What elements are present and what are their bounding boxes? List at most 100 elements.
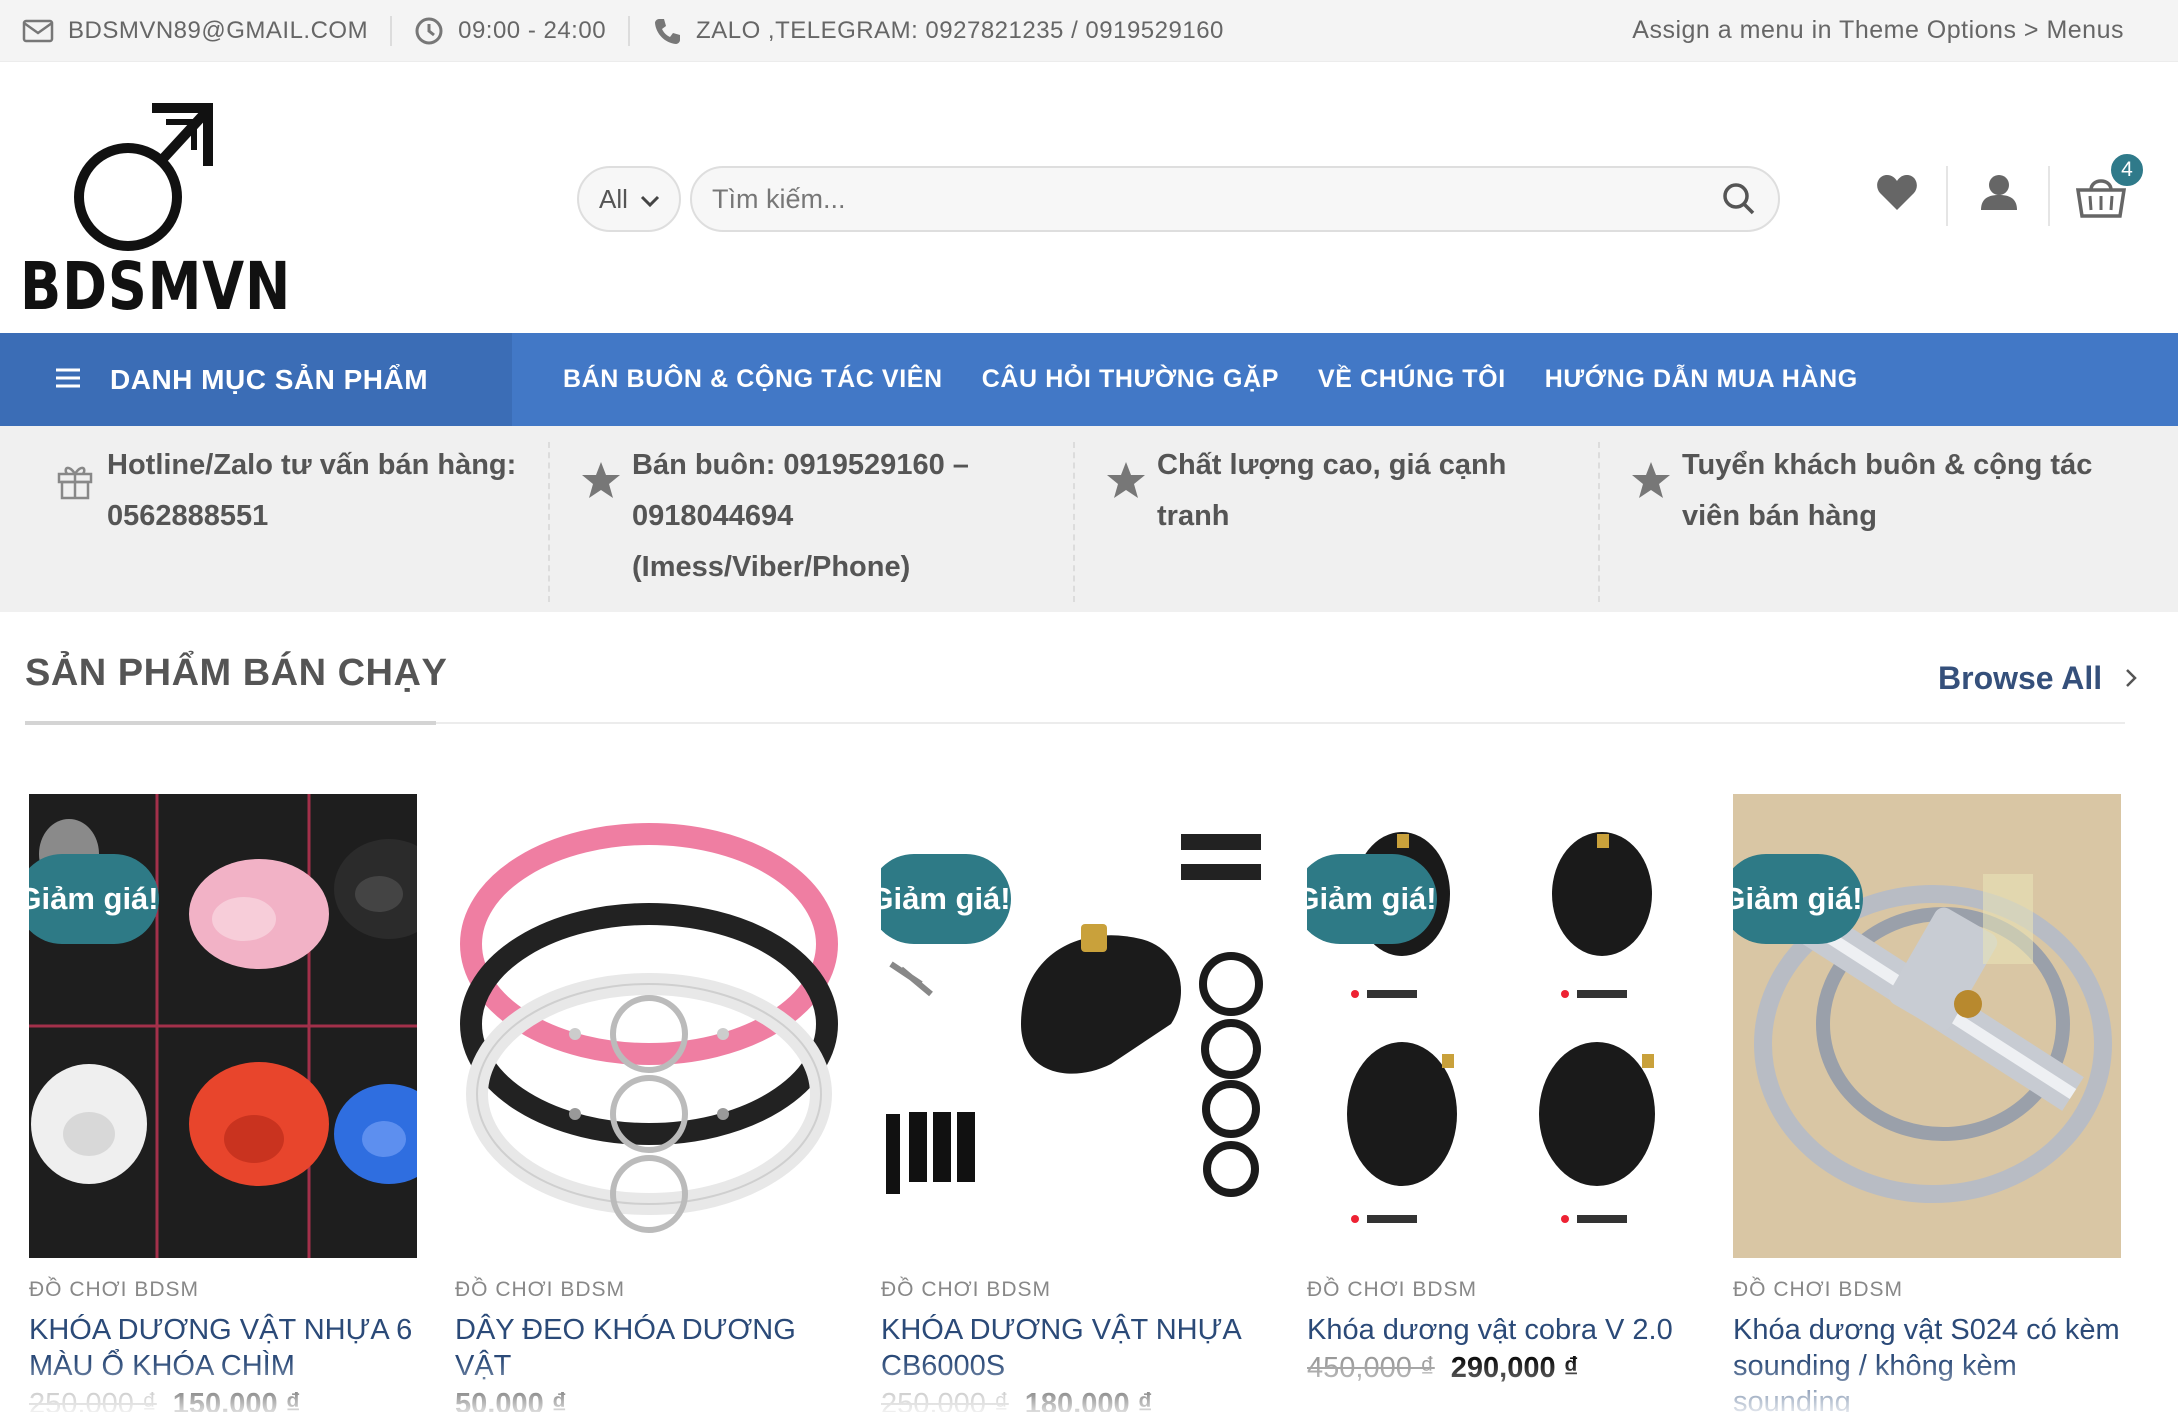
search-box xyxy=(690,166,1780,232)
product-category: ĐỒ CHƠI BDSM xyxy=(1733,1278,1904,1301)
product-name[interactable]: KHÓA DƯƠNG VẬT NHỰA CB6000S xyxy=(881,1312,1269,1384)
product-category: ĐỒ CHƠI BDSM xyxy=(29,1278,200,1301)
product-name[interactable]: KHÓA DƯƠNG VẬT NHỰA 6 MÀU Ổ KHÓA CHÌM xyxy=(29,1312,417,1384)
star-icon xyxy=(1085,440,1157,602)
product-card[interactable]: Giảm giá! ĐỒ CHƠI BDSM KHÓA DƯƠNG VẬT NH… xyxy=(881,794,1269,1412)
product-category: ĐỒ CHƠI BDSM xyxy=(1307,1278,1478,1301)
product-name-line: KHÓA DƯƠNG VẬT NHỰA xyxy=(881,1314,1242,1346)
nav-link-faq[interactable]: CÂU HỎI THƯỜNG GẶP xyxy=(982,365,1279,394)
divider xyxy=(628,15,631,46)
email-text: BDSMVN89@GMAIL.COM xyxy=(68,16,369,44)
product-image[interactable]: Giảm giá! xyxy=(1307,794,1695,1258)
product-price: 250,000 ₫ 150,000 ₫ xyxy=(29,1388,417,1412)
email-info[interactable]: BDSMVN89@GMAIL.COM xyxy=(22,17,368,45)
category-select[interactable]: All xyxy=(577,166,681,232)
main-nav: DANH MỤC SẢN PHẨM BÁN BUÔN & CỘNG TÁC VI… xyxy=(0,333,2178,426)
product-category-menu[interactable]: DANH MỤC SẢN PHẨM xyxy=(0,333,512,426)
info-line: Tuyển khách buôn & cộng tác xyxy=(1682,449,2093,481)
nav-link-about[interactable]: VỀ CHÚNG TÔI xyxy=(1318,365,1506,394)
info-line: Chất lượng cao, giá cạnh xyxy=(1157,449,1507,481)
old-price: 250,000 ₫ xyxy=(881,1388,1009,1412)
product-image[interactable]: Giảm giá! xyxy=(881,794,1269,1258)
product-category: ĐỒ CHƠI BDSM xyxy=(455,1278,626,1301)
info-line: Bán buôn: 0919529160 – xyxy=(632,449,969,481)
logo-text: BDSMVN xyxy=(20,248,292,325)
sale-price: 180,000 ₫ xyxy=(1024,1388,1153,1412)
nav-link-wholesale[interactable]: BÁN BUÔN & CỘNG TÁC VIÊN xyxy=(563,365,943,394)
product-name[interactable]: Khóa dương vật S024 có kèm sounding / kh… xyxy=(1733,1312,2121,1412)
product-category-label: DANH MỤC SẢN PHẨM xyxy=(110,363,429,395)
star-icon xyxy=(1610,440,1682,602)
section-divider-accent xyxy=(25,721,436,725)
info-line: (Imess/Viber/Phone) xyxy=(632,551,911,583)
old-price: 250,000 ₫ xyxy=(29,1388,157,1412)
product-name-line: DÂY ĐEO KHÓA DƯƠNG VẬT xyxy=(455,1314,796,1382)
info-line: viên bán hàng xyxy=(1682,500,1877,532)
divider xyxy=(2048,166,2050,226)
product-image[interactable]: Giảm giá! xyxy=(1733,794,2121,1258)
divider xyxy=(390,15,393,46)
clock-icon xyxy=(414,16,444,46)
info-line: tranh xyxy=(1157,500,1230,532)
product-name-line: CB6000S xyxy=(881,1350,1006,1382)
heart-icon[interactable] xyxy=(1875,172,1919,217)
sale-price: 290,000 ₫ xyxy=(1450,1352,1579,1384)
phone-info[interactable]: ZALO ,TELEGRAM: 0927821235 / 0919529160 xyxy=(652,16,1224,46)
product-name-line: sounding xyxy=(1733,1386,1851,1412)
info-item-recruit: Tuyển khách buôn & cộng tác viên bán hàn… xyxy=(1610,440,2150,602)
info-item-quality: Chất lượng cao, giá cạnh tranh xyxy=(1085,440,1585,602)
browse-all-link[interactable]: Browse All xyxy=(1938,660,2138,697)
product-name-line: MÀU Ổ KHÓA CHÌM xyxy=(29,1350,295,1382)
product-price: 450,000 ₫ 290,000 ₫ xyxy=(1307,1352,1695,1385)
sale-badge: Giảm giá! xyxy=(1733,854,1863,944)
old-price: 450,000 ₫ xyxy=(1307,1352,1435,1384)
info-line: Hotline/Zalo tư vấn bán hàng: xyxy=(107,449,517,481)
contact-text: ZALO ,TELEGRAM: 0927821235 / 0919529160 xyxy=(696,16,1224,44)
info-line: 0562888551 xyxy=(107,500,269,532)
info-item-hotline: Hotline/Zalo tư vấn bán hàng: 0562888551 xyxy=(35,440,555,602)
product-image[interactable]: Giảm giá! xyxy=(29,794,417,1258)
product-price: 50,000 ₫ xyxy=(455,1388,843,1412)
divider xyxy=(1073,442,1075,602)
envelope-icon xyxy=(22,19,54,43)
chevron-down-icon xyxy=(640,184,660,215)
phone-icon xyxy=(652,16,682,46)
hours-info: 09:00 - 24:00 xyxy=(414,16,606,46)
product-name-line: KHÓA DƯƠNG VẬT NHỰA 6 xyxy=(29,1314,413,1346)
product-card[interactable]: Giảm giá! ĐỒ CHƠI BDSM Khóa dương vật S0… xyxy=(1733,794,2121,1412)
chevron-right-icon xyxy=(2124,660,2138,697)
product-price: 250,000 ₫ 180,000 ₫ xyxy=(881,1388,1269,1412)
user-icon[interactable] xyxy=(1979,172,2019,217)
divider xyxy=(548,442,550,602)
top-bar: BDSMVN89@GMAIL.COM 09:00 - 24:00 ZALO ,T… xyxy=(0,0,2178,62)
product-name[interactable]: DÂY ĐEO KHÓA DƯƠNG VẬT xyxy=(455,1312,843,1384)
product-card[interactable]: Giảm giá! ĐỒ CHƠI BDSM KHÓA DƯƠNG VẬT NH… xyxy=(29,794,417,1412)
product-card[interactable]: Giảm giá! ĐỒ CHƠI BDSM Khóa dương vật co… xyxy=(1307,794,1695,1385)
product-name[interactable]: Khóa dương vật cobra V 2.0 xyxy=(1307,1312,1695,1348)
browse-all-label: Browse All xyxy=(1938,660,2103,696)
product-name-line: Khóa dương vật cobra V 2.0 xyxy=(1307,1314,1673,1346)
divider xyxy=(1598,442,1600,602)
product-image[interactable] xyxy=(455,794,843,1258)
sale-badge: Giảm giá! xyxy=(29,854,159,944)
section-title: SẢN PHẨM BÁN CHẠY xyxy=(25,652,448,694)
info-strip: Hotline/Zalo tư vấn bán hàng: 0562888551… xyxy=(0,426,2178,612)
menu-note[interactable]: Assign a menu in Theme Options > Menus xyxy=(1632,16,2124,45)
cart-count-badge: 4 xyxy=(2109,152,2145,188)
search-input[interactable] xyxy=(712,183,1672,215)
product-name-line: sounding / không kèm xyxy=(1733,1350,2017,1382)
nav-link-buying-guide[interactable]: HƯỚNG DẪN MUA HÀNG xyxy=(1545,365,1858,394)
search-icon[interactable] xyxy=(1720,180,1758,223)
sale-badge: Giảm giá! xyxy=(881,854,1011,944)
sale-badge: Giảm giá! xyxy=(1307,854,1437,944)
star-icon xyxy=(560,440,632,602)
hamburger-icon xyxy=(54,364,82,396)
hours-text: 09:00 - 24:00 xyxy=(458,16,607,44)
nav-links: BÁN BUÔN & CỘNG TÁC VIÊN CÂU HỎI THƯỜNG … xyxy=(563,333,1858,426)
strap-photo xyxy=(455,794,843,1258)
product-card[interactable]: ĐỒ CHƠI BDSM DÂY ĐEO KHÓA DƯƠNG VẬT 50,0… xyxy=(455,794,843,1412)
sale-price: 50,000 ₫ xyxy=(455,1388,567,1412)
divider xyxy=(1946,166,1948,226)
product-category: ĐỒ CHƠI BDSM xyxy=(881,1278,1052,1301)
category-select-value: All xyxy=(599,183,628,214)
